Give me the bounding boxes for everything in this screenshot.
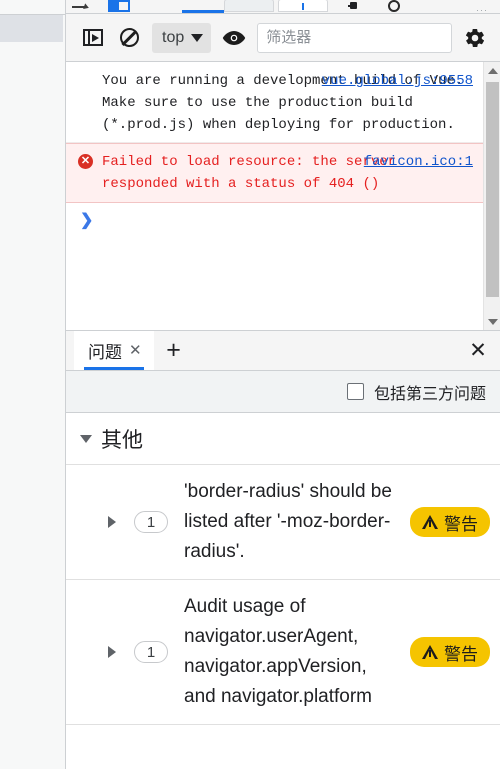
execution-context-value: top — [162, 28, 185, 46]
live-expression-button[interactable] — [221, 25, 247, 51]
console-message-error[interactable]: ✕ Failed to load resource: the server re… — [66, 143, 483, 203]
sidebar-toggle-button[interactable] — [80, 25, 106, 51]
gear-icon — [464, 27, 486, 49]
eye-icon — [222, 30, 246, 46]
sidebar-toggle-icon — [83, 29, 103, 46]
console-message-list: You are running a development build of V… — [66, 62, 483, 330]
issue-count-badge: 1 — [134, 511, 168, 533]
console-message-source-link[interactable]: vue.global.js:9558 — [322, 70, 473, 92]
console-message-warning[interactable]: You are running a development build of V… — [66, 62, 483, 143]
issue-group-title: 其他 — [101, 428, 143, 452]
status-badge-label: 警告 — [444, 514, 478, 534]
warning-triangle-icon — [422, 645, 438, 659]
close-icon[interactable]: ✕ — [129, 343, 142, 358]
devtools-tabstrip: ··· — [66, 0, 500, 14]
status-badge: 警告 — [410, 507, 490, 537]
scrollbar-thumb[interactable] — [486, 82, 499, 297]
issue-title: 'border-radius' should be listed after '… — [184, 481, 392, 562]
console-message-source-link[interactable]: favicon.ico:1 — [364, 151, 473, 173]
chevron-down-icon — [80, 434, 92, 443]
third-party-checkbox[interactable] — [346, 383, 364, 400]
status-badge-label: 警告 — [444, 644, 478, 664]
devtools-tab-pill-1[interactable] — [224, 0, 274, 12]
tab-issues-label: 问题 — [88, 343, 122, 362]
console-message-area: You are running a development build of V… — [66, 62, 500, 331]
issue-row[interactable]: 1 Audit usage of navigator.userAgent, na… — [66, 580, 500, 725]
scroll-down-arrow-icon[interactable] — [484, 313, 500, 330]
issues-list: 其他 1 'border-radius' should be listed af… — [66, 413, 500, 769]
chevron-right-icon[interactable] — [108, 516, 116, 528]
console-scrollbar[interactable] — [483, 62, 500, 330]
active-tab-underline — [182, 10, 224, 13]
console-toolbar: top — [66, 14, 500, 62]
chevron-right-icon[interactable] — [108, 646, 116, 658]
console-prompt[interactable]: ❯ — [66, 203, 483, 237]
close-drawer-button[interactable]: ✕ — [456, 331, 500, 370]
error-circle-icon: ✕ — [78, 154, 93, 169]
drawer-tabbar: 问题 ✕ + ✕ — [66, 331, 500, 371]
issue-count-badge: 1 — [134, 641, 168, 663]
device-toolbar-icon[interactable] — [108, 0, 130, 12]
devtools-main-column: ··· top 筛选器 You are running a developmen… — [66, 0, 500, 769]
issues-filter-bar: 包括第三方问题 — [66, 371, 500, 413]
warning-triangle-icon — [422, 515, 438, 529]
add-tab-button[interactable]: + — [154, 331, 194, 370]
clear-console-icon — [119, 28, 139, 47]
selected-row-highlight[interactable] — [0, 15, 63, 42]
prompt-caret-icon: ❯ — [80, 212, 94, 229]
issue-group-header-other[interactable]: 其他 — [66, 413, 500, 465]
record-circle-icon[interactable] — [388, 0, 400, 12]
third-party-checkbox-label[interactable]: 包括第三方问题 — [374, 380, 486, 404]
devtools-window: ··· top 筛选器 You are running a developmen… — [0, 0, 500, 769]
left-side-panel — [0, 0, 66, 769]
devtools-tab-pill-2[interactable] — [278, 0, 328, 12]
console-settings-button[interactable] — [462, 25, 488, 51]
issue-title: Audit usage of navigator.userAgent, navi… — [184, 596, 373, 707]
chevron-down-icon — [191, 33, 204, 42]
issue-row[interactable]: 1 'border-radius' should be listed after… — [66, 465, 500, 580]
console-message-text: Failed to load resource: the server resp… — [102, 154, 405, 192]
tab-issues[interactable]: 问题 ✕ — [74, 331, 154, 370]
console-filter-input[interactable] — [257, 22, 452, 53]
scroll-up-arrow-icon[interactable] — [484, 62, 500, 79]
status-badge: 警告 — [410, 637, 490, 667]
warning-count-icon[interactable] — [348, 2, 360, 11]
more-options-icon[interactable]: ··· — [476, 6, 490, 14]
clear-console-button[interactable] — [116, 25, 142, 51]
execution-context-selector[interactable]: top — [152, 22, 212, 53]
inspect-element-icon[interactable] — [72, 0, 90, 10]
